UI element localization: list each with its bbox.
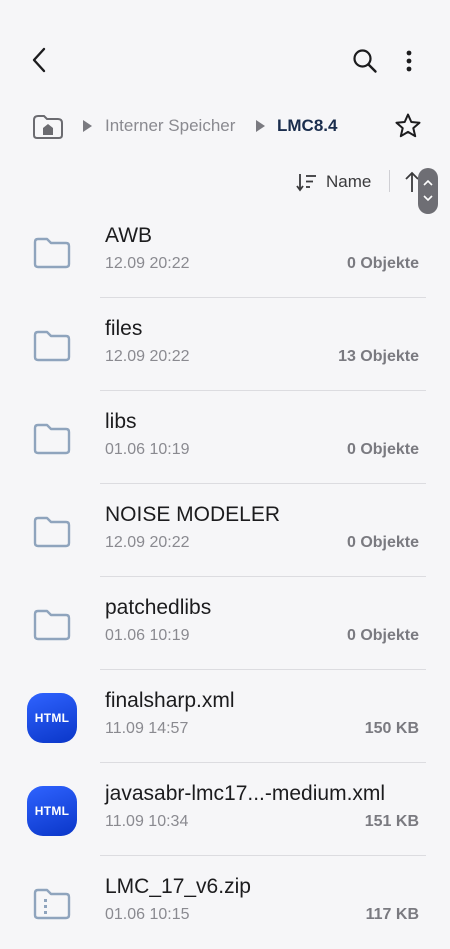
list-item-folder[interactable]: libs 01.06 10:19 0 Objekte [0,391,450,484]
html-file-icon: HTML [26,692,78,744]
star-icon [395,113,421,138]
file-size: 13 Objekte [338,348,419,365]
sort-icon[interactable] [296,172,318,192]
back-arrow-icon [32,47,46,73]
breadcrumb-internal-storage[interactable]: Interner Speicher [105,116,235,136]
file-size: 117 KB [365,906,419,923]
breadcrumb: Interner Speicher LMC8.4 [0,104,450,148]
file-date: 01.06 10:19 [105,441,190,458]
favorite-button[interactable] [392,110,424,142]
list-item-file[interactable]: HTML javasabr-lmc17...-medium.xml 11.09 … [0,763,450,856]
html-badge: HTML [27,693,77,743]
chevron-up-icon [423,179,433,186]
file-size: 0 Objekte [346,255,419,272]
home-button[interactable] [30,110,66,142]
html-badge: HTML [27,786,77,836]
list-item-folder[interactable]: files 12.09 20:22 13 Objekte [0,298,450,391]
folder-icon [26,506,78,558]
folder-icon [26,227,78,279]
file-size: 151 KB [364,813,419,830]
folder-icon [26,413,78,465]
file-name: LMC_17_v6.zip [105,875,251,898]
file-date: 11.09 10:34 [105,813,189,830]
file-size: 0 Objekte [346,441,419,458]
breadcrumb-separator-icon [83,120,92,132]
search-button[interactable] [348,44,382,78]
file-date: 01.06 10:19 [105,627,190,644]
file-size: 0 Objekte [346,627,419,644]
breadcrumb-current-folder[interactable]: LMC8.4 [277,116,337,136]
breadcrumb-separator-icon [256,120,265,132]
sort-by-name-button[interactable]: Name [326,172,371,192]
file-name: libs [105,410,137,433]
folder-icon [26,599,78,651]
file-date: 12.09 20:22 [105,255,190,272]
back-button[interactable] [24,44,56,76]
list-item-folder[interactable]: NOISE MODELER 12.09 20:22 0 Objekte [0,484,450,577]
zip-file-icon [26,878,78,930]
folder-icon [26,320,78,372]
chevron-down-icon [423,195,433,202]
file-name: patchedlibs [105,596,212,619]
list-item-file[interactable]: HTML finalsharp.xml 11.09 14:57 150 KB [0,670,450,763]
top-app-bar [0,0,450,100]
file-name: AWB [105,224,153,247]
more-vertical-icon [406,50,412,72]
file-name: finalsharp.xml [105,689,235,712]
file-size: 0 Objekte [346,534,419,551]
html-file-icon: HTML [26,785,78,837]
list-item-folder[interactable]: patchedlibs 01.06 10:19 0 Objekte [0,577,450,670]
file-date: 01.06 10:15 [105,906,190,923]
search-icon [353,49,377,73]
file-date: 11.09 14:57 [105,720,189,737]
file-name: files [105,317,143,340]
file-name: NOISE MODELER [105,503,281,526]
list-item-file[interactable]: LMC_17_v6.zip 01.06 10:15 117 KB [0,856,450,949]
file-name: javasabr-lmc17...-medium.xml [105,782,386,805]
sort-bar: Name [0,162,450,202]
sort-divider [389,170,390,192]
home-icon [33,115,63,139]
file-date: 12.09 20:22 [105,348,190,365]
file-date: 12.09 20:22 [105,534,190,551]
more-options-button[interactable] [396,44,422,78]
file-size: 150 KB [364,720,419,737]
list-item-folder[interactable]: AWB 12.09 20:22 0 Objekte [0,205,450,298]
